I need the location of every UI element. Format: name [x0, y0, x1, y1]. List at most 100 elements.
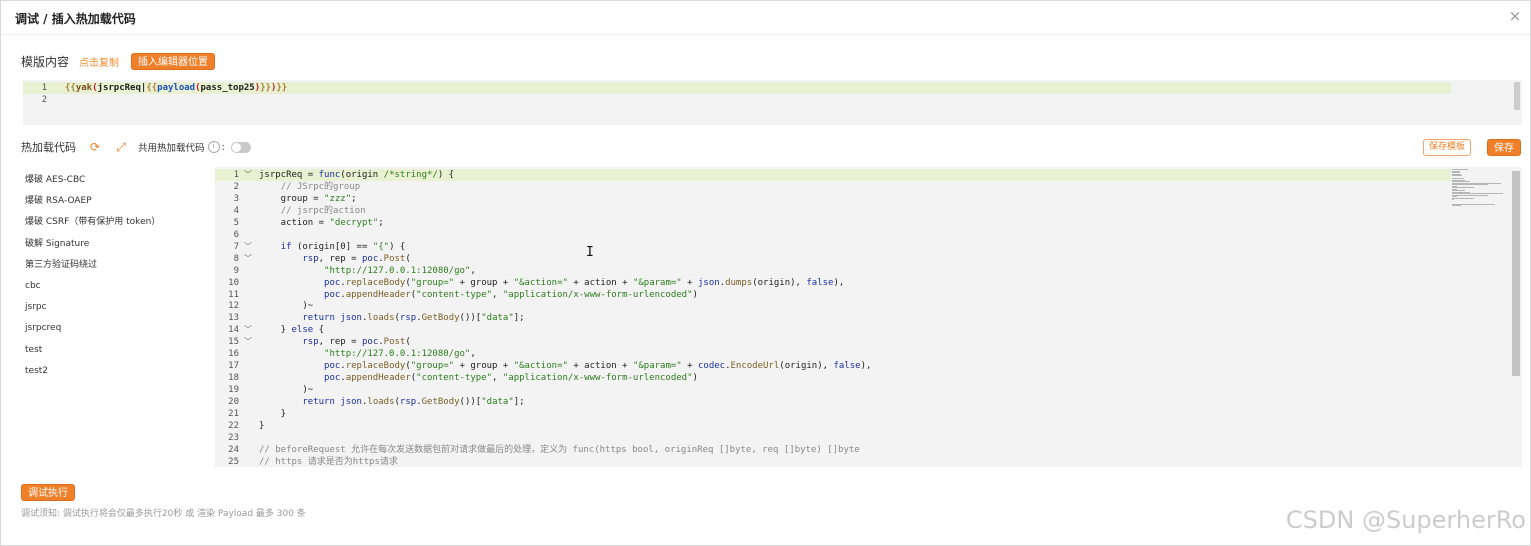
- code-line: 7 ﹀ if (origin[0] == "{") {: [215, 241, 1451, 253]
- line-number: 1: [41, 83, 47, 93]
- code-line: 18 poc.appendHeader("content-type", "app…: [215, 372, 1451, 384]
- line-number: 4: [233, 205, 239, 216]
- template-scrollbar[interactable]: [1514, 82, 1520, 110]
- save-template-button[interactable]: 保存模板: [1422, 139, 1471, 156]
- sidebar-item[interactable]: cbc: [25, 276, 205, 297]
- sidebar-item[interactable]: 爆破 RSA-OAEP: [25, 191, 205, 212]
- fold-chevron-icon[interactable]: ﹀: [244, 324, 252, 336]
- line-number: 1: [233, 170, 239, 180]
- line-number: 13: [228, 313, 239, 324]
- sidebar-item[interactable]: 爆破 CSRF（带有保护用 token）: [25, 212, 205, 233]
- code-text: poc.replaceBody("group=" + group + "&act…: [324, 277, 845, 288]
- insert-at-cursor-button[interactable]: 插入编辑器位置: [131, 52, 216, 70]
- copy-template-link[interactable]: 点击复制: [79, 54, 119, 69]
- code-line: 2 // JSrpc的group: [215, 181, 1451, 193]
- modal-title: 调试 / 插入热加载代码: [15, 12, 136, 26]
- template-code: {{yak(jsrpcReq|{{payload(pass_top25)}})}…: [65, 83, 288, 93]
- close-icon[interactable]: ×: [1506, 7, 1524, 25]
- code-line: 4 // jsrpc的action: [215, 205, 1451, 217]
- code-text: )~: [259, 301, 314, 312]
- hotload-debug-modal: 调试 / 插入热加载代码 × 模版内容 点击复制 插入编辑器位置 1 {{yak…: [0, 0, 1531, 546]
- run-debug-button[interactable]: 调试执行: [21, 484, 75, 501]
- line-number: 6: [233, 229, 239, 240]
- line-number: 20: [228, 397, 239, 408]
- code-line: 21 }: [215, 408, 1451, 420]
- code-line: 20 return json.loads(rsp.GetBody())["dat…: [215, 396, 1451, 408]
- line-number: 12: [228, 301, 239, 312]
- sidebar-item[interactable]: jsrpc: [25, 297, 205, 318]
- code-text: if (origin[0] == "{") {: [280, 241, 406, 252]
- code-text: return json.loads(rsp.GetBody())["data"]…: [302, 313, 525, 324]
- code-editor[interactable]: 1 ﹀ jsrpcReq = func(origin /*string*/) {2 …: [215, 167, 1522, 467]
- hotload-toolbar: 热加载代码 ⟳ ⤢ 共用热加载代码 i : 保存模板 保存: [21, 138, 1521, 156]
- minimap[interactable]: [1452, 169, 1512, 209]
- code-line: 15 ﹀ rsp, rep = poc.Post(: [215, 336, 1451, 348]
- line-number: 9: [233, 265, 239, 276]
- fold-chevron-icon[interactable]: ﹀: [244, 241, 252, 253]
- line-number: 2: [41, 95, 47, 105]
- line-number: 14: [228, 325, 239, 336]
- line-number: 5: [233, 217, 239, 228]
- code-line: 6: [215, 229, 1451, 241]
- sidebar-item[interactable]: test: [25, 340, 205, 361]
- code-text: )~: [259, 385, 314, 396]
- code-line: 1 ﹀ jsrpcReq = func(origin /*string*/) {: [215, 169, 1451, 181]
- sidebar-item[interactable]: 破解 Signature: [25, 234, 205, 255]
- code-line: 13 return json.loads(rsp.GetBody())["dat…: [215, 312, 1451, 324]
- sidebar-item[interactable]: jsrpcreq: [25, 318, 205, 339]
- code-text: // beforeRequest 允许在每次发送数据包前对请求做最后的处理，定义…: [259, 444, 860, 455]
- line-number: 18: [228, 373, 239, 384]
- code-line: 14 ﹀ } else {: [215, 324, 1451, 336]
- line-number: 8: [233, 253, 239, 264]
- expand-icon[interactable]: ⤢: [114, 140, 128, 155]
- code-text: poc.replaceBody("group=" + group + "&act…: [324, 361, 872, 372]
- editor-scrollbar[interactable]: [1512, 171, 1520, 376]
- template-editor[interactable]: 1 {{yak(jsrpcReq|{{payload(pass_top25)}}…: [23, 80, 1522, 125]
- code-line: 5 action = "decrypt";: [215, 217, 1451, 229]
- line-number: 2: [233, 181, 239, 192]
- code-text: poc.appendHeader("content-type", "applic…: [324, 373, 698, 384]
- sidebar-item[interactable]: 第三方验证码绕过: [25, 255, 205, 276]
- save-button[interactable]: 保存: [1487, 139, 1521, 156]
- modal-header: 调试 / 插入热加载代码 ×: [1, 1, 1530, 35]
- line-number: 3: [233, 193, 239, 204]
- code-line: 24 // beforeRequest 允许在每次发送数据包前对请求做最后的处理，…: [215, 444, 1451, 456]
- code-text: }: [259, 409, 287, 419]
- minimap-line: [1452, 194, 1488, 196]
- code-text: } else {: [259, 325, 325, 336]
- info-icon[interactable]: i: [207, 141, 220, 153]
- template-label: 模版内容: [21, 54, 70, 69]
- fold-chevron-icon[interactable]: ﹀: [244, 169, 252, 181]
- sidebar-item[interactable]: 爆破 AES-CBC: [25, 170, 205, 191]
- code-text: }: [259, 420, 265, 431]
- shared-hotload-toggle[interactable]: [230, 141, 251, 153]
- text-cursor-icon: I: [586, 245, 594, 260]
- line-number: 7: [233, 241, 239, 252]
- minimap-line: [1452, 199, 1454, 200]
- line-number: 25: [228, 456, 239, 467]
- code-text: "http://127.0.0.1:12080/go",: [324, 265, 476, 276]
- line-number: 11: [228, 289, 239, 300]
- sidebar-item[interactable]: test2: [25, 361, 205, 382]
- refresh-icon[interactable]: ⟳: [88, 140, 102, 154]
- code-text: jsrpcReq = func(origin /*string*/) {: [259, 170, 455, 180]
- fold-chevron-icon[interactable]: ﹀: [244, 253, 252, 265]
- watermark: CSDN @SuperherRo: [1285, 506, 1526, 534]
- minimap-line: [1452, 175, 1462, 176]
- hotload-label: 热加载代码: [21, 141, 76, 154]
- fold-chevron-icon[interactable]: ﹀: [244, 336, 252, 348]
- line-number: 24: [228, 444, 239, 455]
- code-line: 16 "http://127.0.0.1:12080/go",: [215, 348, 1451, 360]
- minimap-line: [1452, 205, 1461, 206]
- template-list: 爆破 AES-CBC 爆破 RSA-OAEP 爆破 CSRF（带有保护用 token…: [25, 170, 205, 382]
- shared-hotload-label: 共用热加载代码: [138, 143, 205, 154]
- code-text: group = "zzz";: [259, 193, 357, 204]
- template-line: 2: [23, 94, 1451, 106]
- line-number: 21: [228, 409, 239, 419]
- code-line: 9 "http://127.0.0.1:12080/go",: [215, 265, 1451, 277]
- colon: :: [221, 141, 225, 153]
- code-text: // JSrpc的group: [280, 181, 361, 192]
- code-line: 22}: [215, 420, 1451, 432]
- line-number: 15: [228, 337, 239, 348]
- code-line: 11 poc.appendHeader("content-type", "app…: [215, 289, 1451, 301]
